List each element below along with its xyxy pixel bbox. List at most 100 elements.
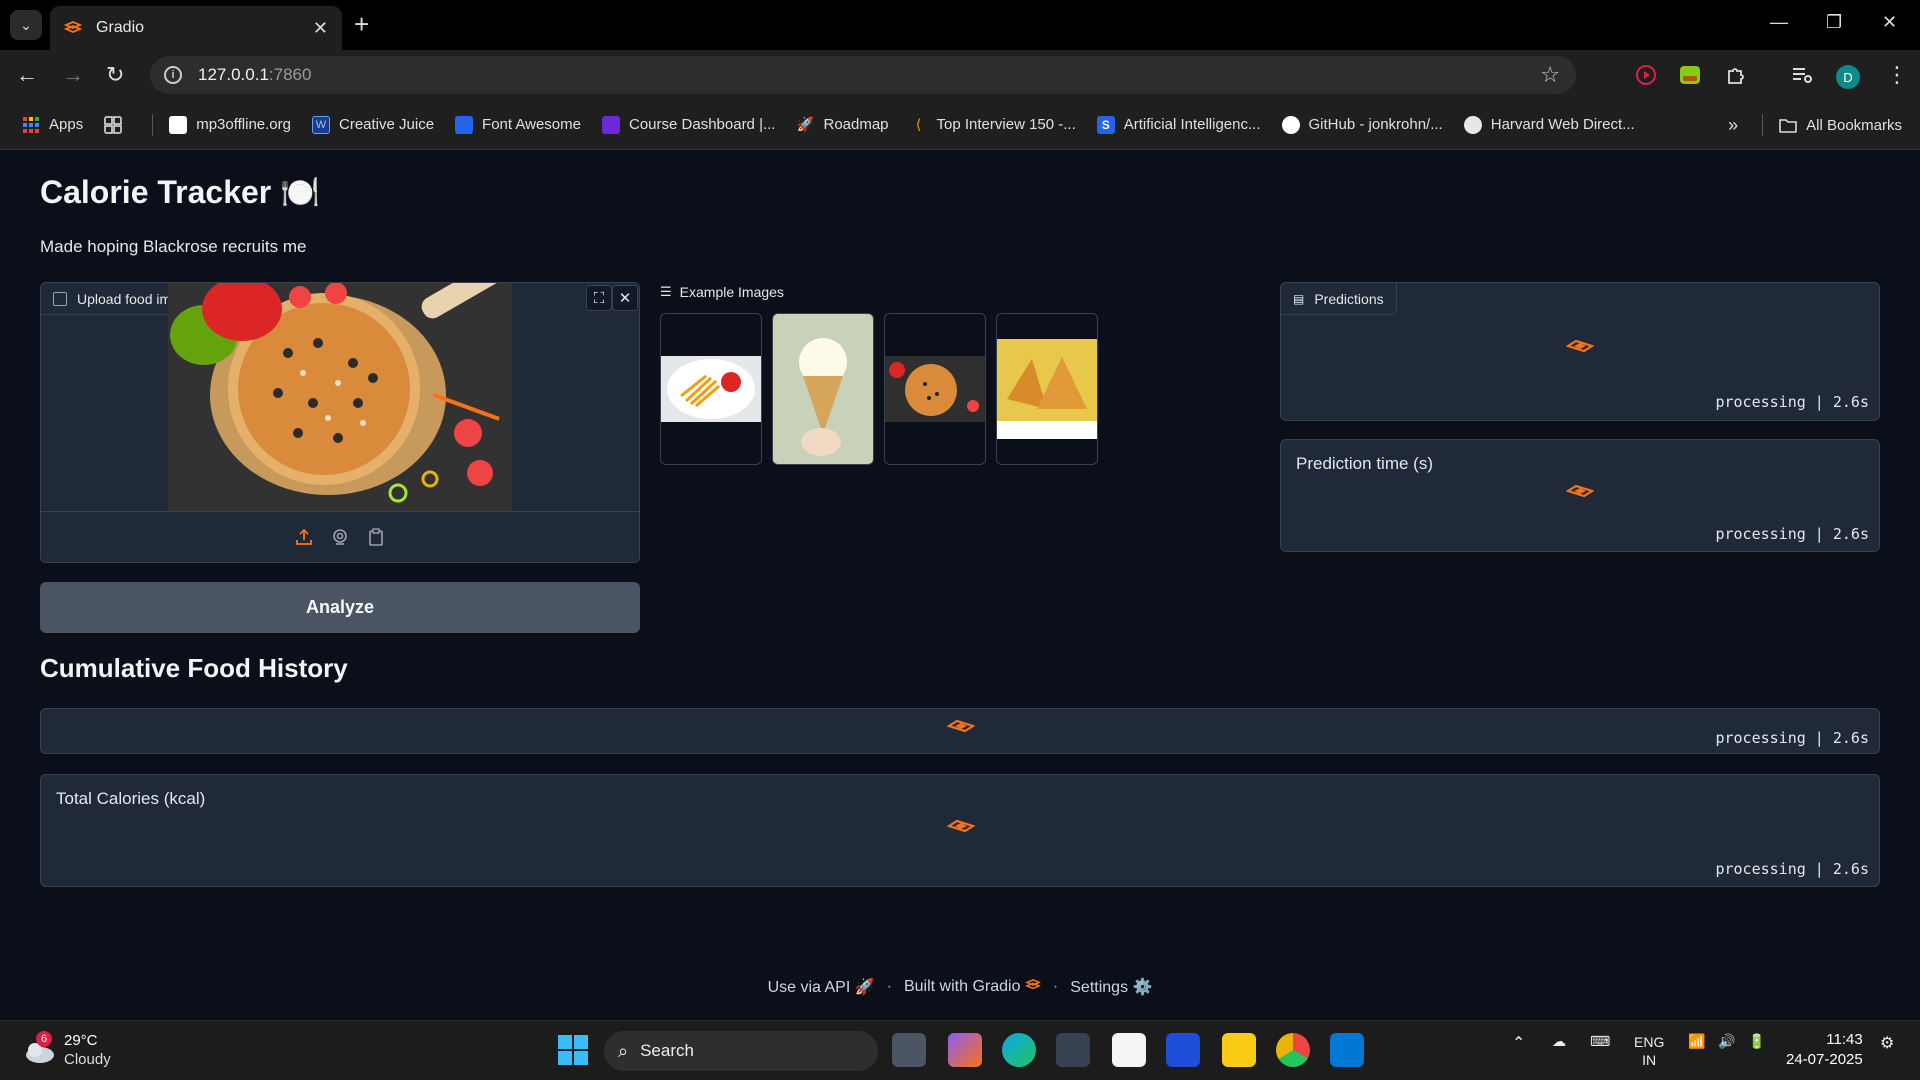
gradio-footer: Use via API 🚀 · Built with Gradio · Sett… [767,977,1153,997]
status-text: processing | 2.6s [1715,525,1869,543]
weather-widget[interactable]: 6 29°C Cloudy [22,1031,111,1069]
extension-record-icon[interactable] [1634,63,1658,87]
windows-taskbar: 6 29°C Cloudy ⌕ Search ⌃ ☁ ⌨ ENG IN 📶 🔊 🔋… [0,1020,1920,1080]
bookmarks-overflow-icon[interactable]: » [1728,115,1738,136]
built-with-gradio-link[interactable]: Built with Gradio [904,978,1041,996]
wifi-icon[interactable]: 📶 [1688,1033,1705,1050]
apps-grid-icon [23,116,39,133]
clear-image-icon[interactable]: ✕ [612,285,638,311]
new-tab-button[interactable]: + [354,11,369,37]
clipboard-icon[interactable] [366,527,386,547]
flag-icon [455,115,474,134]
bookmark-creative-juice[interactable]: W Creative Juice [312,115,434,134]
bookmark-mp3offline[interactable]: mp3offline.org [169,115,291,134]
grid-icon [104,115,123,134]
leetcode-icon: ⟨ [915,116,922,132]
site-info-icon[interactable]: i [164,66,182,84]
example-image-samosa[interactable] [996,313,1098,465]
app-m-icon[interactable] [1166,1033,1200,1067]
webcam-icon[interactable] [330,527,350,547]
tab-search-button[interactable]: ⌄ [10,10,42,40]
tray-chevron-icon[interactable]: ⌃ [1512,1033,1525,1053]
example-image-fries[interactable] [660,313,762,465]
media-control-icon[interactable] [1790,63,1814,87]
bookmark-ai[interactable]: S Artificial Intelligenc... [1096,115,1261,134]
course-icon [602,115,620,134]
edge-icon[interactable] [1002,1033,1036,1067]
page-description: Made hoping Blackrose recruits me [40,237,307,256]
battery-icon[interactable]: 🔋 [1748,1033,1765,1050]
bar-chart-icon: ▤ [1293,291,1305,306]
taskbar-clock[interactable]: 11:43 24-07-2025 [1786,1030,1863,1070]
file-explorer-icon[interactable] [1222,1033,1256,1067]
tab-groups-icon[interactable] [104,115,131,134]
loading-spinner-icon [947,819,975,833]
image-icon [53,291,67,306]
w-icon: W [312,115,330,134]
copilot-icon[interactable] [948,1033,982,1067]
bookmark-course-dashboard[interactable]: Course Dashboard |... [602,115,775,134]
bookmark-star-icon[interactable]: ☆ [1540,62,1560,88]
back-icon[interactable]: ← [16,62,38,88]
weather-badge: 6 [36,1031,52,1047]
all-bookmarks-button[interactable]: All Bookmarks [1779,116,1902,134]
forward-icon[interactable]: → [62,62,84,88]
settings-link[interactable]: Settings ⚙️ [1070,977,1152,997]
app-icon[interactable] [1056,1033,1090,1067]
prediction-time-panel: Prediction time (s) processing | 2.6s [1280,439,1880,552]
example-image-pizza[interactable] [884,313,986,465]
close-window-icon[interactable]: ✕ [1882,12,1897,33]
volume-icon[interactable]: 🔊 [1718,1033,1735,1050]
bookmark-top-interview[interactable]: ⟨ Top Interview 150 -... [910,116,1076,134]
extension-app-icon[interactable] [1678,63,1702,87]
browser-tab-strip: ⌄ Gradio ✕ + — ❐ ✕ [0,0,1920,50]
bookmark-apps[interactable]: Apps [22,116,83,134]
bookmark-roadmap[interactable]: 🚀 Roadmap [796,116,889,134]
image-upload-panel[interactable]: Upload food image ⛶ ✕ [40,282,640,563]
bookmark-harvard[interactable]: Harvard Web Direct... [1463,115,1635,134]
task-view-icon[interactable] [892,1033,926,1067]
bookmark-separator [152,113,154,136]
address-bar[interactable]: i 127.0.0.1:7860 ☆ [150,56,1576,94]
gradio-logo-icon [1024,979,1041,990]
upload-source-bar [41,511,639,562]
gradio-favicon-icon [64,21,82,33]
bookmarks-bar: Apps mp3offline.org W Creative Juice Fon… [0,100,1920,150]
analyze-button[interactable]: Analyze [40,582,640,633]
prediction-time-label: Prediction time (s) [1296,454,1433,473]
onedrive-icon[interactable]: ☁ [1552,1033,1566,1050]
use-via-api-link[interactable]: Use via API 🚀 [768,977,875,997]
weather-desc: Cloudy [64,1051,111,1068]
reload-icon[interactable]: ↻ [106,62,124,88]
keyboard-icon[interactable]: ⌨ [1590,1033,1610,1050]
bookmark-font-awesome[interactable]: Font Awesome [455,115,581,134]
browser-tab-gradio[interactable]: Gradio ✕ [50,6,342,50]
taskbar-search[interactable]: ⌕ Search [604,1031,878,1071]
notification-gear-icon[interactable]: ⚙ [1880,1033,1894,1053]
language-indicator[interactable]: ENG IN [1634,1033,1664,1069]
predictions-panel: ▤ Predictions processing | 2.6s [1280,282,1880,421]
fullscreen-icon[interactable]: ⛶ [586,285,612,311]
minimize-icon[interactable]: — [1770,12,1788,33]
history-title: Cumulative Food History [40,653,348,683]
predictions-label: ▤ Predictions [1281,283,1397,315]
store-icon[interactable] [1112,1033,1146,1067]
example-image-ice-cream[interactable] [772,313,874,465]
close-tab-icon[interactable]: ✕ [313,18,328,39]
upload-icon[interactable] [294,527,314,547]
extensions-puzzle-icon[interactable] [1724,63,1748,87]
vscode-icon[interactable] [1330,1033,1364,1067]
examples-label: ☰ Example Images [660,284,784,300]
profile-avatar[interactable]: D [1836,65,1860,89]
globe-icon [1463,115,1482,134]
restore-icon[interactable]: ❐ [1826,12,1842,33]
bookmark-github[interactable]: GitHub - jonkrohn/... [1281,115,1443,134]
browser-menu-icon[interactable]: ⋮ [1886,62,1908,88]
loading-spinner-icon [1566,484,1594,498]
chrome-icon[interactable] [1276,1033,1310,1067]
rocket-icon: 🚀 [796,116,815,132]
page-title: Calorie Tracker 🍽️ [40,174,320,210]
url-text: 127.0.0.1:7860 [198,65,312,84]
windows-start-icon[interactable] [556,1033,590,1067]
status-text: processing | 2.6s [1715,860,1869,878]
